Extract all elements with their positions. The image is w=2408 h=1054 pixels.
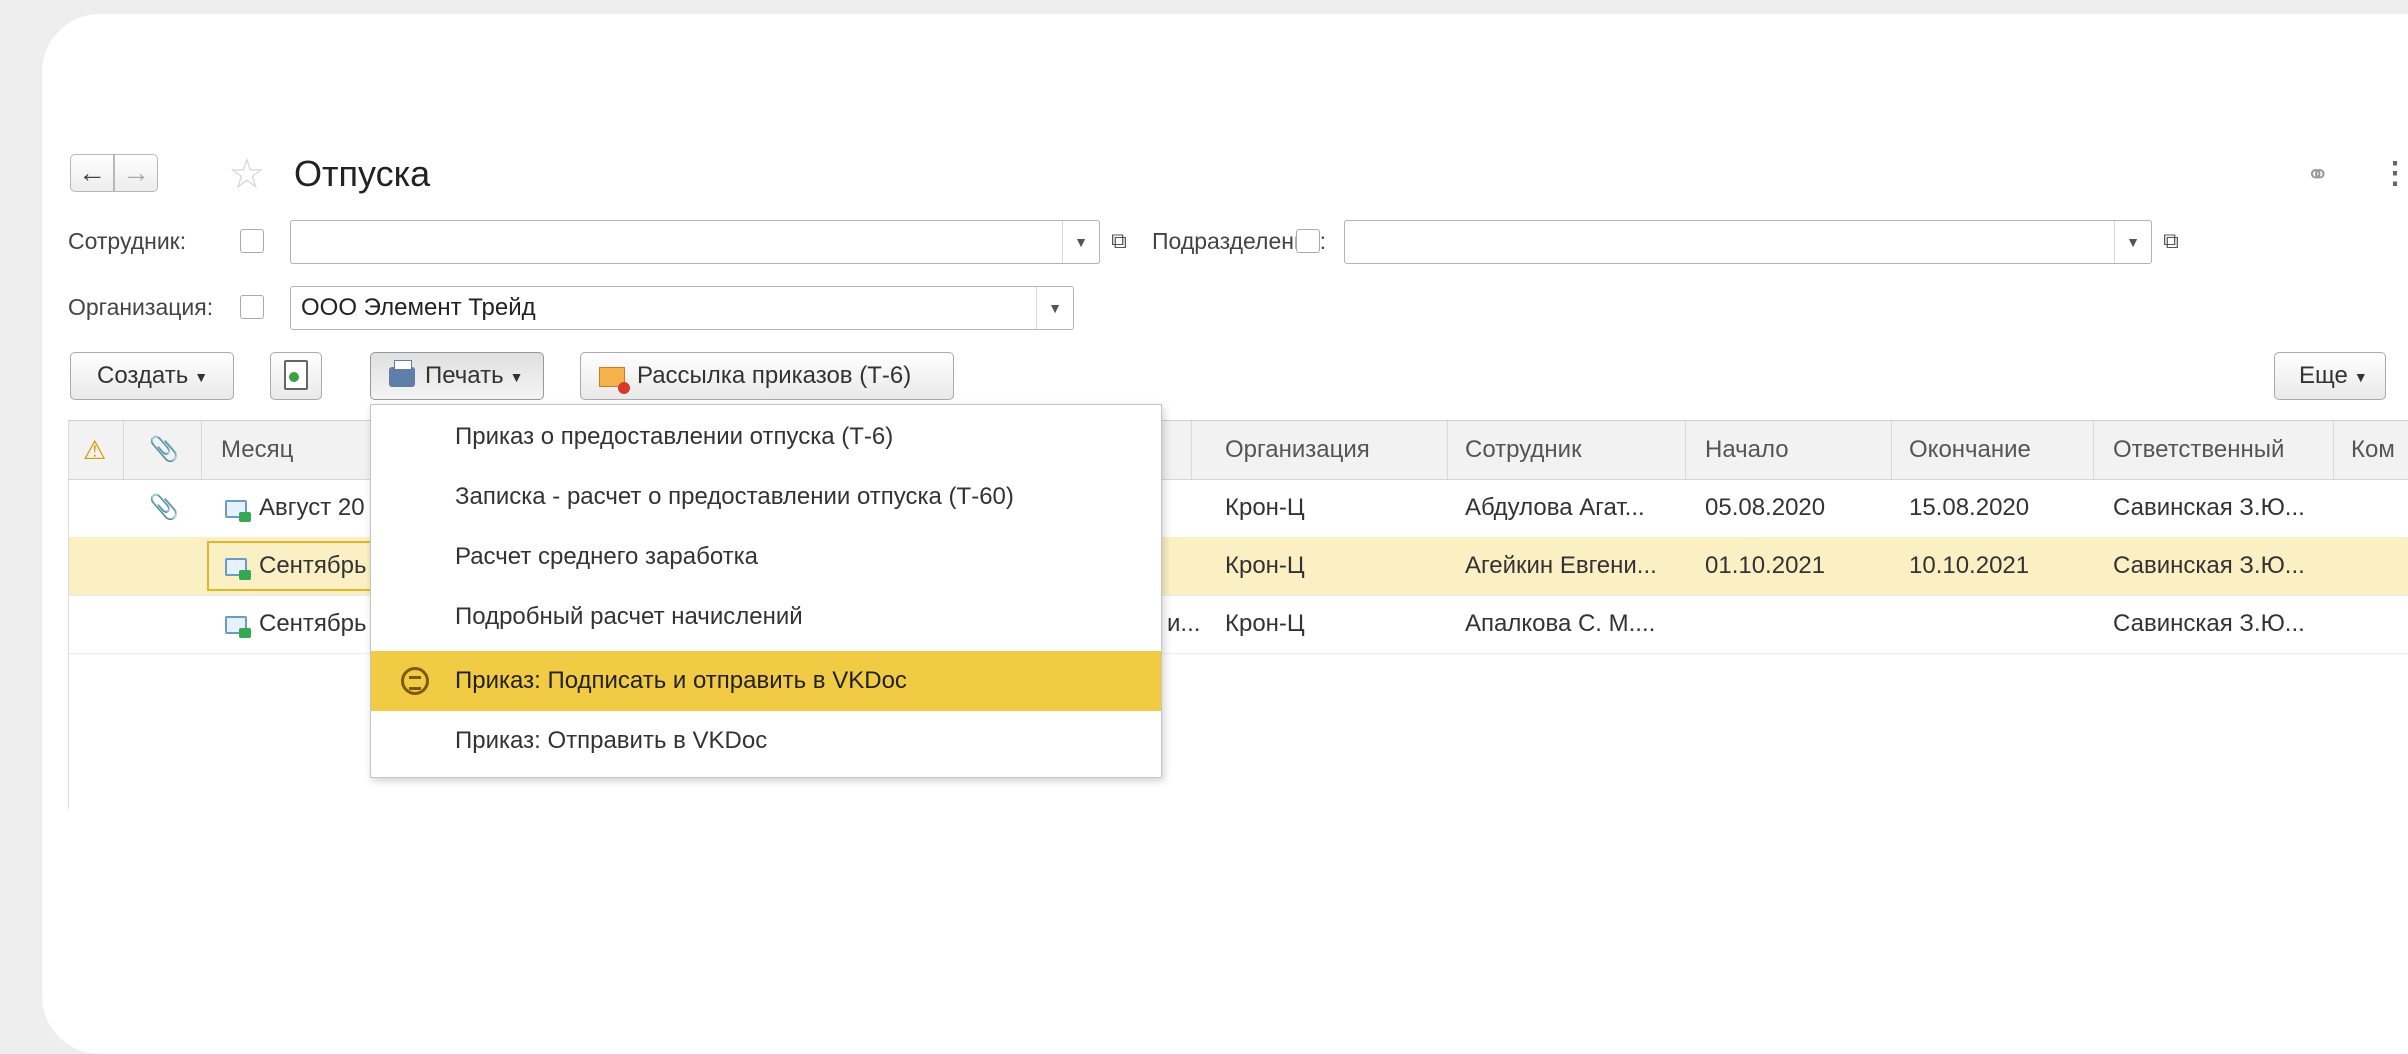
document-icon — [225, 557, 251, 580]
column-header-month[interactable]: Месяц — [221, 421, 293, 479]
column-header-start[interactable]: Начало — [1705, 421, 1789, 479]
document-icon — [225, 499, 251, 522]
more-button[interactable]: Еще ▼ — [2274, 352, 2386, 400]
printer-icon — [389, 359, 415, 387]
cell-organization: Крон-Ц — [1225, 552, 1305, 579]
add-file-button[interactable] — [270, 352, 322, 400]
column-header-responsible[interactable]: Ответственный — [2113, 421, 2284, 479]
menu-item-order-t6[interactable]: Приказ о предоставлении отпуска (Т-6) — [371, 407, 1161, 467]
more-vertical-icon[interactable]: ⋮ — [2380, 156, 2408, 191]
cell-organization: Крон-Ц — [1225, 610, 1305, 637]
organization-input[interactable]: ООО Элемент Трейд ▼ — [290, 286, 1074, 330]
create-label: Создать — [97, 362, 189, 389]
cell-month: Сентябрь — [225, 537, 367, 595]
document-add-icon — [284, 360, 308, 390]
print-label: Печать — [425, 362, 504, 389]
vkdoc-icon — [401, 667, 429, 695]
arrow-right-icon: → — [122, 157, 150, 188]
division-checkbox[interactable] — [1296, 229, 1320, 253]
menu-item-note-t60[interactable]: Записка - расчет о предоставлении отпуск… — [371, 467, 1161, 527]
cell-start: 01.10.2021 — [1705, 552, 1826, 579]
cell-employee: Абдулова Агат... — [1465, 494, 1645, 521]
cell-responsible: Савинская З.Ю... — [2113, 494, 2305, 521]
column-header-employee[interactable]: Сотрудник — [1465, 421, 1582, 479]
cell-end: 10.10.2021 — [1909, 552, 2030, 579]
chevron-down-icon[interactable]: ▼ — [2114, 221, 2151, 263]
print-button[interactable]: Печать ▼ — [370, 352, 544, 400]
column-header-organization[interactable]: Организация — [1225, 421, 1370, 479]
chevron-down-icon[interactable]: ▼ — [1036, 287, 1073, 329]
cell-responsible: Савинская З.Ю... — [2113, 552, 2305, 579]
chevron-down-icon: ▼ — [509, 368, 524, 385]
column-header-end[interactable]: Окончание — [1909, 421, 2031, 479]
toolbar: Создать ▼ Печать ▼ Рассылка приказов (Т-6)… — [68, 352, 2408, 402]
menu-item-average-earnings[interactable]: Расчет среднего заработка — [371, 527, 1161, 587]
division-input[interactable]: ▼ — [1344, 220, 2152, 264]
organization-checkbox[interactable] — [240, 295, 264, 319]
cell-hidden-column: и... — [1167, 610, 1201, 637]
forward-button[interactable]: → — [114, 154, 158, 192]
employee-label: Сотрудник: — [68, 228, 187, 254]
cell-start: 05.08.2020 — [1705, 494, 1826, 521]
filter-organization-row: Организация: ООО Элемент Трейд ▼ — [68, 284, 2408, 330]
more-label: Еще — [2299, 362, 2348, 389]
chevron-down-icon: ▼ — [194, 368, 209, 385]
create-button[interactable]: Создать ▼ — [70, 352, 234, 400]
open-icon[interactable]: ⧉ — [1104, 226, 1134, 256]
open-icon[interactable]: ⧉ — [2156, 226, 2186, 256]
cell-responsible: Савинская З.Ю... — [2113, 610, 2305, 637]
chevron-down-icon: ▼ — [2353, 368, 2368, 385]
title-bar: ← → ☆ Отпуска ⚭ ⋮ — [68, 148, 2408, 196]
print-dropdown-menu: Приказ о предоставлении отпуска (Т-6) За… — [370, 404, 1162, 778]
cell-organization: Крон-Ц — [1225, 494, 1305, 521]
mailing-button[interactable]: Рассылка приказов (Т-6) — [580, 352, 954, 400]
warning-icon[interactable]: ⚠ — [83, 421, 106, 479]
link-icon[interactable]: ⚭ — [2306, 158, 2329, 191]
filter-employee-row: Сотрудник: ▼ ⧉ Подразделение: ▼ ⧉ — [68, 218, 2408, 264]
document-icon — [225, 615, 251, 638]
cell-employee: Агейкин Евгени... — [1465, 552, 1657, 579]
cell-month: Август 20 — [225, 479, 365, 537]
paperclip-icon: 📎 — [149, 494, 179, 521]
cell-employee: Апалкова С. М.... — [1465, 610, 1656, 637]
chevron-down-icon[interactable]: ▼ — [1062, 221, 1099, 263]
column-header-comment[interactable]: Ком — [2351, 421, 2395, 479]
organization-value: ООО Элемент Трейд — [301, 294, 536, 321]
arrow-left-icon: ← — [78, 157, 106, 188]
paperclip-icon[interactable]: 📎 — [149, 421, 179, 479]
employee-input[interactable]: ▼ — [290, 220, 1100, 264]
organization-label: Организация: — [68, 294, 214, 320]
employee-checkbox[interactable] — [240, 229, 264, 253]
star-icon[interactable]: ☆ — [228, 152, 266, 196]
cell-month: Сентябрь — [225, 595, 367, 653]
mail-certificate-icon — [599, 366, 630, 394]
menu-item-detailed-accruals[interactable]: Подробный расчет начислений — [371, 587, 1161, 647]
menu-item-sign-send-vkdoc[interactable]: Приказ: Подписать и отправить в VKDoc — [371, 651, 1161, 711]
back-button[interactable]: ← — [70, 154, 114, 192]
page-title: Отпуска — [294, 153, 431, 194]
vacations-window: ← → ☆ Отпуска ⚭ ⋮ Сотрудник: ▼ ⧉ Подразд… — [68, 138, 2408, 809]
menu-item-send-vkdoc[interactable]: Приказ: Отправить в VKDoc — [371, 711, 1161, 771]
cell-end: 15.08.2020 — [1909, 494, 2030, 521]
mailing-label: Рассылка приказов (Т-6) — [637, 362, 912, 389]
